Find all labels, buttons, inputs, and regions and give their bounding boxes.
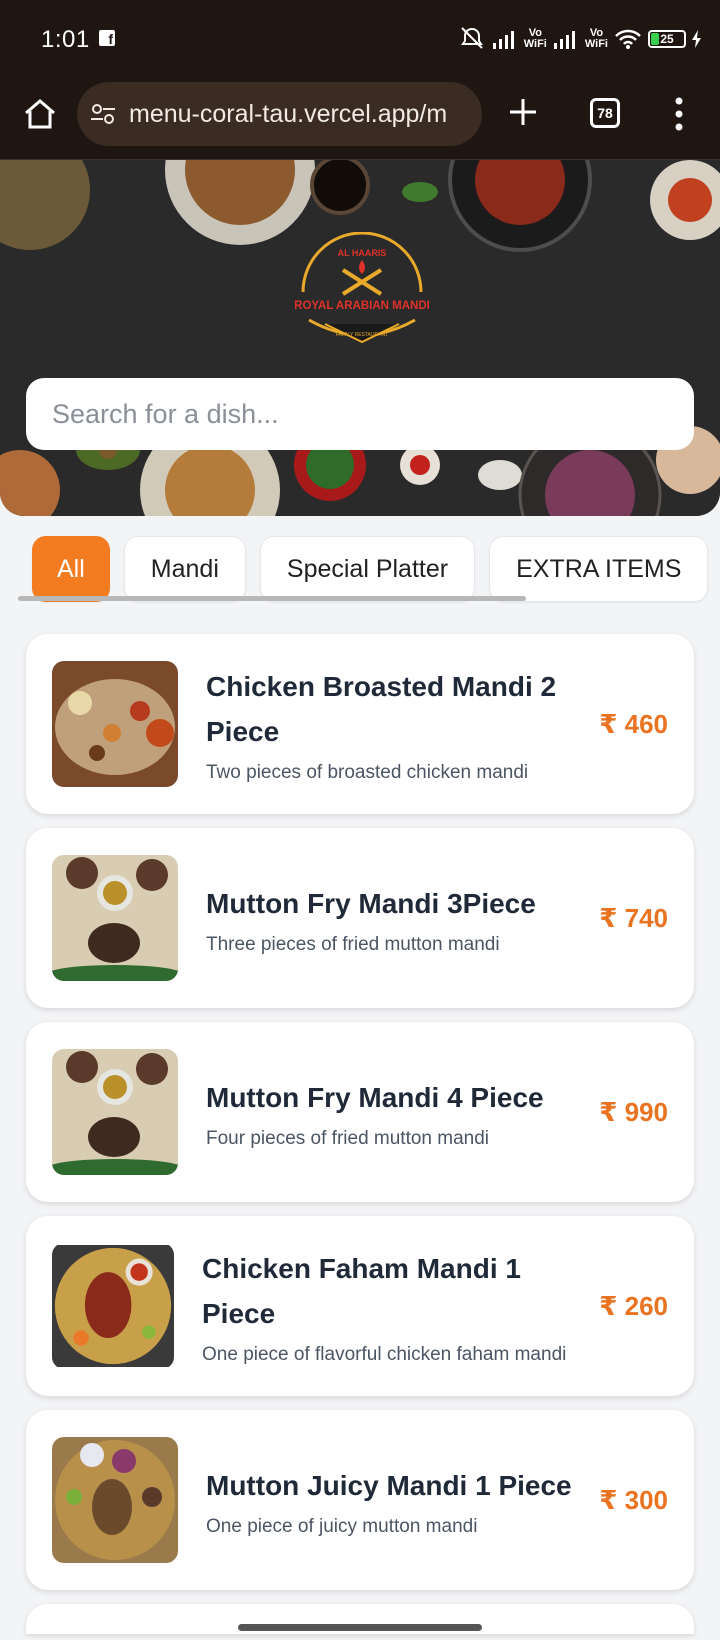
menu-item-name: Chicken Faham Mandi 1 Piece [202, 1253, 521, 1329]
menu-item-info: Chicken Broasted Mandi 2 Piece Two piece… [206, 634, 576, 814]
vowifi-icon: Vo WiFi [523, 27, 547, 50]
menu-item-name: Chicken Broasted Mandi 2 Piece [206, 671, 557, 747]
menu-item-price: ₹ 460 [599, 708, 668, 739]
mute-icon [460, 27, 483, 49]
menu-item-info: Mutton Fry Mandi 4 Piece Four pieces of … [206, 1022, 576, 1202]
dish-image [52, 1245, 174, 1367]
menu-item-name: Mutton Fry Mandi 4 Piece [206, 1081, 544, 1113]
menu-item-price: ₹ 990 [599, 1096, 668, 1127]
browser-toolbar: menu-coral-tau.vercel.app/m 78 [0, 78, 720, 160]
logo-sub-text: FAMILY RESTAURANT [336, 332, 388, 338]
wifi-icon [615, 29, 641, 49]
status-bar: 1:01 f Vo WiFi Vo WiFi 25 [0, 0, 720, 78]
menu-item-price: ₹ 300 [599, 1484, 668, 1515]
menu-item-card[interactable]: Chicken Faham Mandi 1 Piece One piece of… [26, 1216, 694, 1396]
menu-item-price: ₹ 740 [599, 902, 668, 933]
logo-top-text: AL HAARIS [338, 248, 387, 258]
vowifi-icon-2: Vo WiFi [584, 27, 608, 50]
signal-icon [492, 31, 514, 49]
category-tab-mandi[interactable]: Mandi [123, 536, 246, 602]
home-icon[interactable] [22, 96, 58, 132]
menu-item-card[interactable]: Chicken Broasted Mandi 2 Piece Two piece… [26, 634, 694, 814]
category-tab-extra-items[interactable]: EXTRA ITEMS [489, 536, 709, 602]
url-text: menu-coral-tau.vercel.app/m [129, 99, 448, 128]
menu-item-description: Three pieces of fried mutton mandi [206, 933, 500, 955]
facebook-notification-icon: f [99, 30, 115, 47]
tab-switcher-button[interactable]: 78 [590, 98, 620, 128]
new-tab-icon[interactable] [505, 94, 541, 130]
dish-image [52, 855, 178, 981]
menu-item-info: Mutton Fry Mandi 3Piece Three pieces of … [206, 828, 576, 1008]
dish-image [52, 661, 178, 787]
home-indicator[interactable] [238, 1624, 482, 1631]
status-icons: Vo WiFi Vo WiFi 25 [458, 24, 702, 54]
hero-banner: ROYAL ARABIAN MANDI AL HAARIS FAMILY RES… [0, 160, 720, 516]
menu-item-card[interactable]: Mutton Fry Mandi 3Piece Three pieces of … [26, 828, 694, 1008]
search-input[interactable] [26, 378, 694, 450]
dish-image [52, 1437, 178, 1563]
menu-item-description: Four pieces of fried mutton mandi [206, 1127, 490, 1149]
restaurant-logo: ROYAL ARABIAN MANDI AL HAARIS FAMILY RES… [295, 232, 429, 344]
category-tab-all[interactable]: All [32, 536, 110, 602]
menu-item-card[interactable]: Mutton Juicy Mandi 1 Piece One piece of … [26, 1410, 694, 1590]
status-time: 1:01 [41, 26, 90, 53]
menu-item-price: ₹ 260 [599, 1290, 668, 1321]
menu-item-info: Chicken Faham Mandi 1 Piece One piece of… [202, 1216, 572, 1396]
address-bar[interactable]: menu-coral-tau.vercel.app/m [77, 82, 482, 146]
menu-item-description: One piece of flavorful chicken faham man… [202, 1344, 567, 1365]
menu-item-info: Mutton Juicy Mandi 1 Piece One piece of … [206, 1410, 576, 1590]
site-settings-icon[interactable] [89, 100, 117, 128]
menu-item-description: Two pieces of broasted chicken mandi [206, 762, 529, 783]
category-tab-special-platter[interactable]: Special Platter [259, 536, 476, 602]
menu-item-name: Mutton Fry Mandi 3Piece [206, 887, 536, 919]
category-scrollbar[interactable] [18, 596, 526, 601]
logo-main-text: ROYAL ARABIAN MANDI [295, 300, 429, 312]
more-menu-icon[interactable] [674, 96, 684, 132]
dish-image [52, 1049, 178, 1175]
menu-item-description: One piece of juicy mutton mandi [206, 1515, 478, 1537]
menu-item-name: Mutton Juicy Mandi 1 Piece [206, 1469, 572, 1501]
signal-icon-2 [553, 31, 575, 49]
charging-icon [692, 30, 701, 48]
menu-item-card[interactable]: Mutton Fry Mandi 4 Piece Four pieces of … [26, 1022, 694, 1202]
battery-icon: 25 [648, 30, 686, 48]
